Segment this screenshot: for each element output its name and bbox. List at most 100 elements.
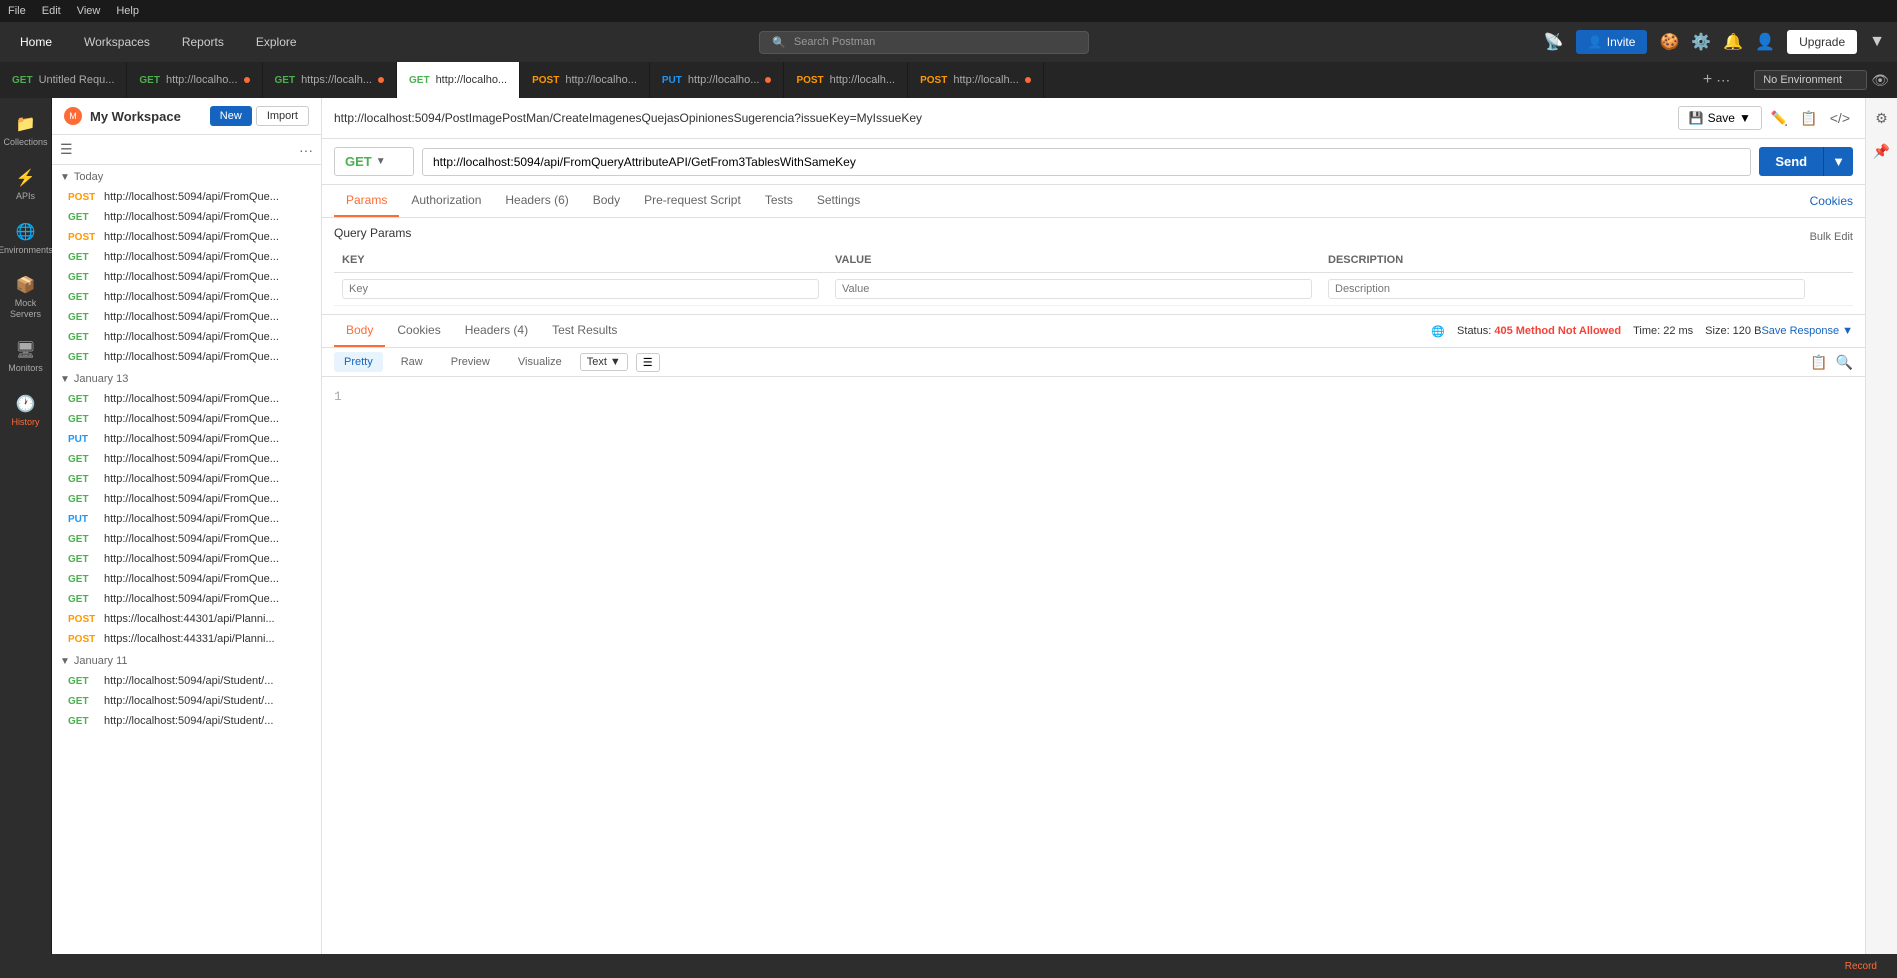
history-item[interactable]: GET http://localhost:5094/api/FromQue... — [52, 469, 321, 489]
tab-params[interactable]: Params — [334, 185, 399, 217]
sidebar-item-history[interactable]: 🕐 History — [4, 386, 48, 436]
upgrade-button[interactable]: Upgrade — [1787, 30, 1857, 54]
bulk-edit-button[interactable]: Bulk Edit — [1810, 231, 1853, 243]
tab-1[interactable]: GET http://localho... — [127, 62, 262, 98]
nav-home[interactable]: Home — [12, 31, 60, 53]
history-item[interactable]: GET http://localhost:5094/api/FromQue... — [52, 409, 321, 429]
chevron-down-icon[interactable]: ▼ — [1869, 33, 1885, 51]
sidebar-item-monitors[interactable]: 🖥 Monitors — [4, 332, 48, 382]
history-item[interactable]: GET http://localhost:5094/api/FromQue... — [52, 307, 321, 327]
history-item[interactable]: GET http://localhost:5094/api/FromQue... — [52, 529, 321, 549]
sidebar-item-apis[interactable]: ⚡ APIs — [4, 160, 48, 210]
resp-tab-headers[interactable]: Headers (4) — [453, 315, 540, 347]
today-section-header[interactable]: ▼ Today — [52, 165, 321, 187]
tab-headers[interactable]: Headers (6) — [493, 185, 580, 217]
import-button[interactable]: Import — [256, 106, 309, 126]
format-raw[interactable]: Raw — [391, 352, 433, 372]
tab-tests[interactable]: Tests — [753, 185, 805, 217]
invite-button[interactable]: 👤 Invite — [1576, 30, 1648, 54]
history-item[interactable]: PUT http://localhost:5094/api/FromQue... — [52, 429, 321, 449]
method-select[interactable]: GET ▼ — [334, 147, 414, 176]
tab-settings[interactable]: Settings — [805, 185, 872, 217]
history-item[interactable]: GET http://localhost:5094/api/FromQue... — [52, 207, 321, 227]
format-pretty[interactable]: Pretty — [334, 352, 383, 372]
search-response-icon[interactable]: 🔍 — [1836, 354, 1853, 371]
history-item[interactable]: GET http://localhost:5094/api/FromQue... — [52, 489, 321, 509]
history-item[interactable]: GET http://localhost:5094/api/FromQue... — [52, 549, 321, 569]
history-item[interactable]: GET http://localhost:5094/api/Student/..… — [52, 711, 321, 731]
tab-4[interactable]: POST http://localho... — [520, 62, 650, 98]
file-menu-item[interactable]: File — [8, 5, 26, 17]
history-item[interactable]: POST http://localhost:5094/api/FromQue..… — [52, 227, 321, 247]
history-item[interactable]: GET http://localhost:5094/api/FromQue... — [52, 287, 321, 307]
history-item[interactable]: GET http://localhost:5094/api/FromQue... — [52, 347, 321, 367]
history-item[interactable]: GET http://localhost:5094/api/FromQue... — [52, 389, 321, 409]
cookie-icon[interactable]: 🍪 — [1659, 32, 1679, 52]
right-sidebar-icon-1[interactable]: ⚙ — [1871, 106, 1892, 131]
param-key-input[interactable] — [342, 279, 819, 299]
settings-icon[interactable]: ⚙️ — [1691, 32, 1711, 52]
new-button[interactable]: New — [210, 106, 252, 126]
view-menu-item[interactable]: View — [77, 5, 101, 17]
history-item[interactable]: GET http://localhost:5094/api/FromQue... — [52, 247, 321, 267]
history-item[interactable]: POST https://localhost:44301/api/Planni.… — [52, 609, 321, 629]
tab-3[interactable]: GET http://localho... — [397, 62, 520, 98]
history-item[interactable]: PUT http://localhost:5094/api/FromQue... — [52, 509, 321, 529]
history-item[interactable]: GET http://localhost:5094/api/FromQue... — [52, 449, 321, 469]
param-value-input[interactable] — [835, 279, 1312, 299]
sidebar-item-environments[interactable]: 🌐 Environments — [4, 214, 48, 264]
bell-icon[interactable]: 🔔 — [1723, 32, 1743, 52]
tab-pre-request-script[interactable]: Pre-request Script — [632, 185, 753, 217]
jan11-section-header[interactable]: ▼ January 11 — [52, 649, 321, 671]
history-item[interactable]: GET http://localhost:5094/api/FromQue... — [52, 327, 321, 347]
cookies-link[interactable]: Cookies — [1810, 194, 1853, 208]
edit-icon[interactable]: ✏️ — [1768, 107, 1791, 130]
resp-tab-body[interactable]: Body — [334, 315, 385, 347]
add-tab-icon[interactable]: + — [1703, 71, 1712, 89]
history-item[interactable]: GET http://localhost:5094/api/Student/..… — [52, 671, 321, 691]
format-visualize[interactable]: Visualize — [508, 352, 572, 372]
tab-0[interactable]: GET Untitled Requ... — [0, 62, 127, 98]
right-sidebar-icon-2[interactable]: 📌 — [1869, 139, 1894, 164]
tab-6[interactable]: POST http://localh... — [784, 62, 908, 98]
param-description-input[interactable] — [1328, 279, 1805, 299]
sidebar-item-collections[interactable]: 📁 Collections — [4, 106, 48, 156]
filter-icon[interactable]: ☰ — [60, 141, 73, 158]
history-item[interactable]: POST https://localhost:44331/api/Planni.… — [52, 629, 321, 649]
jan13-section-header[interactable]: ▼ January 13 — [52, 367, 321, 389]
history-item[interactable]: GET http://localhost:5094/api/FromQue... — [52, 267, 321, 287]
send-button[interactable]: Send ▼ — [1759, 147, 1853, 176]
environment-select[interactable]: No Environment — [1754, 70, 1867, 90]
more-options-icon[interactable]: ··· — [299, 142, 313, 158]
edit-menu-item[interactable]: Edit — [42, 5, 61, 17]
text-format-select[interactable]: Text ▼ — [580, 353, 628, 371]
resp-tab-cookies[interactable]: Cookies — [385, 315, 452, 347]
url-input[interactable] — [422, 148, 1751, 176]
eye-icon[interactable]: 👁 — [1871, 72, 1889, 89]
history-item[interactable]: GET http://localhost:5094/api/FromQue... — [52, 589, 321, 609]
tab-7[interactable]: POST http://localh... — [908, 62, 1044, 98]
avatar-icon[interactable]: 👤 — [1755, 32, 1775, 52]
record-button[interactable]: Record — [1837, 961, 1885, 972]
sidebar-item-mock-servers[interactable]: 📦 Mock Servers — [4, 267, 48, 328]
nav-reports[interactable]: Reports — [174, 31, 232, 53]
history-item[interactable]: POST http://localhost:5094/api/FromQue..… — [52, 187, 321, 207]
resp-tab-test-results[interactable]: Test Results — [540, 315, 629, 347]
history-item[interactable]: GET http://localhost:5094/api/Student/..… — [52, 691, 321, 711]
tab-2[interactable]: GET https://localh... — [263, 62, 398, 98]
code-icon[interactable]: </> — [1827, 107, 1853, 129]
tab-authorization[interactable]: Authorization — [399, 185, 493, 217]
help-menu-item[interactable]: Help — [116, 5, 139, 17]
share-icon[interactable]: 📋 — [1797, 107, 1820, 130]
tab-5[interactable]: PUT http://localho... — [650, 62, 785, 98]
filter-button[interactable]: ☰ — [636, 353, 660, 372]
history-item[interactable]: GET http://localhost:5094/api/FromQue... — [52, 569, 321, 589]
satellite-icon[interactable]: 📡 — [1544, 32, 1564, 52]
tab-body[interactable]: Body — [581, 185, 632, 217]
save-response-button[interactable]: Save Response ▼ — [1761, 325, 1853, 337]
format-preview[interactable]: Preview — [441, 352, 500, 372]
more-tabs-icon[interactable]: ⋯ — [1716, 72, 1730, 89]
search-input-wrap[interactable]: 🔍 Search Postman — [759, 31, 1089, 54]
nav-workspaces[interactable]: Workspaces — [76, 31, 158, 53]
send-dropdown-icon[interactable]: ▼ — [1823, 147, 1853, 176]
